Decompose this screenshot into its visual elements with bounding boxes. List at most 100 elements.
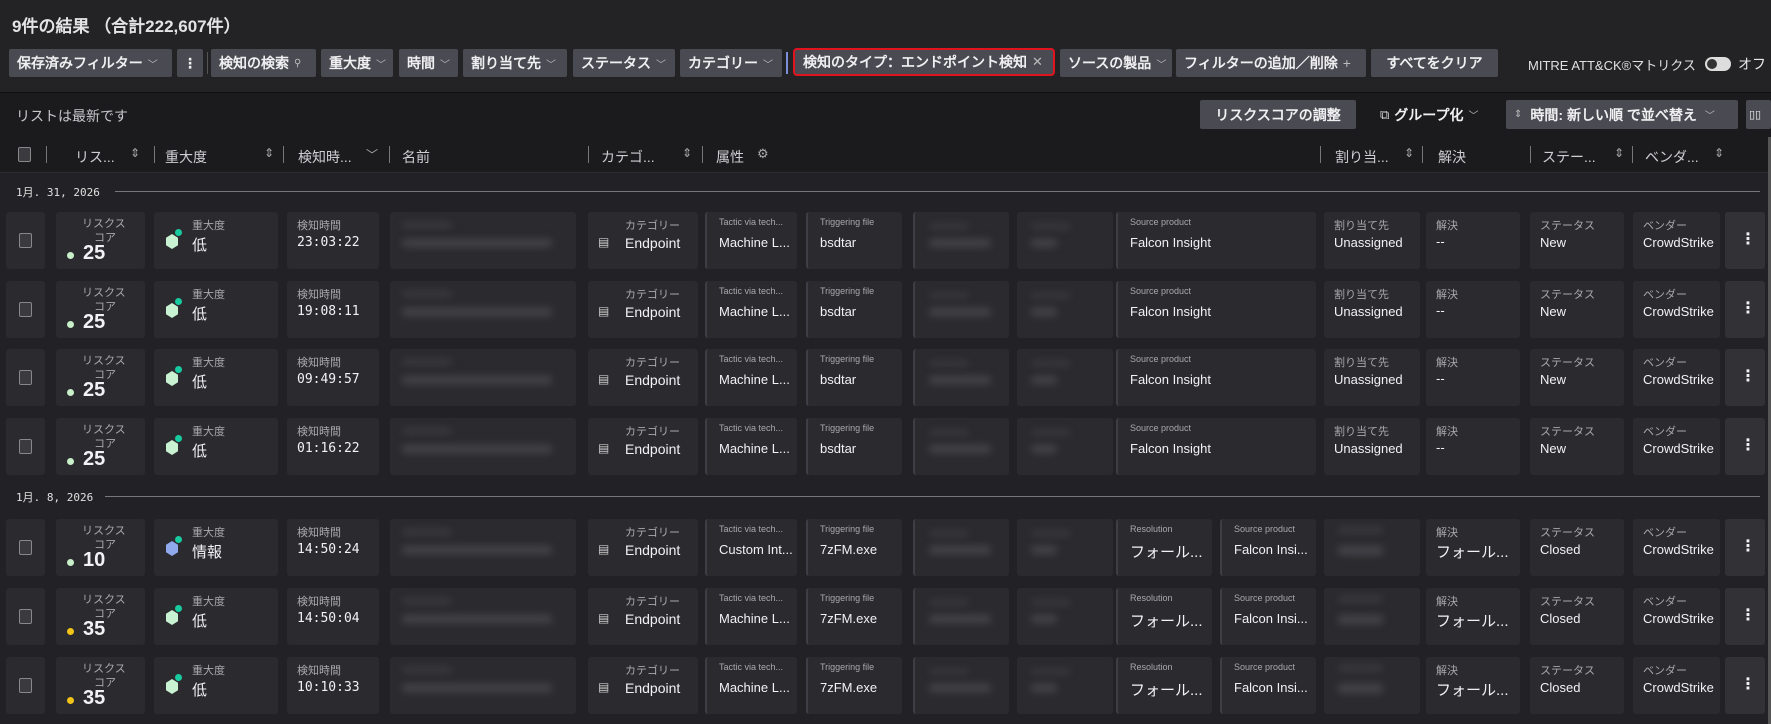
row-actions-button[interactable]: ⋮ bbox=[1725, 657, 1765, 714]
sort-dropdown[interactable]: ⇕ 時間: 新しい順 で並べ替え ﹀ bbox=[1506, 100, 1738, 129]
row-checkbox[interactable] bbox=[19, 302, 32, 317]
vendor-value: CrowdStrike bbox=[1643, 304, 1714, 319]
mitre-toggle[interactable] bbox=[1705, 57, 1731, 71]
column-name[interactable]: 名前 bbox=[402, 147, 430, 167]
column-time[interactable]: 検知時... bbox=[298, 147, 352, 167]
tactic-cell: Tactic via tech... Machine L... bbox=[705, 349, 797, 406]
add-remove-filter-button[interactable]: フィルターの追加／削除 + bbox=[1176, 49, 1366, 77]
row-checkbox[interactable] bbox=[19, 233, 32, 248]
severity-filter[interactable]: 重大度 ﹀ bbox=[321, 49, 393, 77]
row-checkbox[interactable] bbox=[19, 609, 32, 624]
kebab-icon: ⋮ bbox=[1740, 300, 1756, 317]
redacted-text bbox=[929, 430, 969, 435]
gear-icon[interactable]: ⚙ bbox=[757, 146, 769, 162]
severity-label: 重大度 bbox=[192, 596, 225, 608]
row-actions-button[interactable]: ⋮ bbox=[1725, 588, 1765, 645]
row-actions-button[interactable]: ⋮ bbox=[1725, 349, 1765, 406]
severity-dot-icon bbox=[175, 536, 182, 543]
category-filter[interactable]: カテゴリー ﹀ bbox=[680, 49, 782, 77]
time-cell: 検知時間 14:50:04 bbox=[287, 588, 379, 645]
source-product-value: Falcon Insight bbox=[1130, 441, 1211, 456]
row-actions-button[interactable]: ⋮ bbox=[1725, 519, 1765, 576]
sort-icon[interactable]: ⇕ bbox=[1714, 146, 1724, 160]
sort-icon[interactable]: ⇕ bbox=[130, 146, 140, 160]
chevron-down-icon: ﹀ bbox=[546, 59, 556, 71]
row-checkbox[interactable] bbox=[19, 678, 32, 693]
column-category[interactable]: カテゴ... bbox=[601, 147, 655, 167]
redacted-text bbox=[1031, 546, 1057, 554]
search-label: 検知の検索 bbox=[219, 55, 289, 71]
tactic-label: Tactic via tech... bbox=[719, 354, 784, 364]
active-filter-detection-type[interactable]: 検知のタイプ：エンドポイント検知 ✕ bbox=[793, 48, 1055, 76]
severity-label: 重大度 bbox=[192, 357, 225, 369]
risk-indicator-icon bbox=[67, 697, 74, 704]
vendor-label: ベンダー bbox=[1643, 596, 1687, 608]
time-cell: 検知時間 19:08:11 bbox=[287, 281, 379, 338]
row-actions-button[interactable]: ⋮ bbox=[1725, 281, 1765, 338]
redacted-text bbox=[929, 445, 991, 453]
risk-score-cell: リスクス コア 25 bbox=[56, 212, 145, 269]
list-status: リストは最新です bbox=[16, 108, 128, 124]
column-risk[interactable]: リス... bbox=[75, 147, 115, 167]
sort-icon[interactable]: ⇕ bbox=[264, 146, 274, 160]
adjust-risk-score-button[interactable]: リスクスコアの調整 bbox=[1200, 100, 1356, 129]
resolution-cell: 解決 フォール... bbox=[1426, 657, 1520, 714]
close-icon[interactable]: ✕ bbox=[1032, 54, 1043, 70]
vendor-label: ベンダー bbox=[1643, 665, 1687, 677]
severity-cell: 重大度低 bbox=[154, 657, 278, 714]
status-label: ステータス bbox=[1540, 665, 1595, 677]
resolution-value: -- bbox=[1436, 440, 1445, 455]
column-settings-button[interactable]: ▯▯ bbox=[1746, 100, 1771, 129]
resolution-cell: 解決 -- bbox=[1426, 418, 1520, 475]
status-value: Closed bbox=[1540, 611, 1581, 626]
status-filter[interactable]: ステータス ﹀ bbox=[573, 49, 675, 77]
tactic-value: Machine L... bbox=[719, 611, 790, 626]
source-product-cell: Source product Falcon Insi... bbox=[1220, 588, 1316, 645]
sort-icon[interactable]: ⇕ bbox=[682, 146, 692, 160]
category-label: カテゴリー bbox=[625, 220, 680, 232]
resolution-attr-value: フォール... bbox=[1130, 613, 1203, 630]
triggering-file-label: Triggering file bbox=[820, 286, 875, 296]
triggering-file-label: Triggering file bbox=[820, 354, 875, 364]
name-cell bbox=[390, 418, 576, 475]
sort-icon[interactable]: ⇕ bbox=[1614, 146, 1624, 160]
redacted-text bbox=[929, 239, 991, 247]
row-actions-button[interactable]: ⋮ bbox=[1725, 418, 1765, 475]
source-product-filter[interactable]: ソースの製品 ﹀ bbox=[1060, 49, 1172, 77]
sort-icon[interactable]: ⇕ bbox=[1404, 146, 1414, 160]
status-label: ステータス bbox=[1540, 426, 1595, 438]
risk-score-value: 35 bbox=[83, 618, 106, 640]
select-all-checkbox[interactable] bbox=[18, 147, 31, 162]
redacted-text bbox=[402, 376, 552, 384]
column-assignee[interactable]: 割り当... bbox=[1335, 147, 1389, 167]
status-value: New bbox=[1540, 441, 1567, 456]
column-status[interactable]: ステー... bbox=[1542, 147, 1596, 167]
row-checkbox[interactable] bbox=[19, 370, 32, 385]
assignee-filter[interactable]: 割り当て先 ﹀ bbox=[463, 49, 567, 77]
severity-label: 重大度 bbox=[192, 527, 225, 539]
row-checkbox[interactable] bbox=[19, 439, 32, 454]
group-by-button[interactable]: ⧉ グループ化 ﹀ bbox=[1372, 100, 1492, 129]
redacted-assignee-cell bbox=[1324, 657, 1420, 714]
assignee-value: Unassigned bbox=[1334, 372, 1403, 387]
column-severity[interactable]: 重大度 bbox=[165, 147, 207, 167]
column-vendor[interactable]: ベンダ... bbox=[1645, 147, 1699, 167]
time-filter[interactable]: 時間 ﹀ bbox=[399, 49, 458, 77]
chevron-down-icon[interactable]: ﹀ bbox=[366, 146, 378, 163]
filter-area: 9件の結果 （合計222,607件） 保存済みフィルター ﹀ ⋮ 検知の検索 ⚲ 重… bbox=[0, 0, 1771, 93]
redacted-text bbox=[1338, 596, 1383, 602]
vendor-value: CrowdStrike bbox=[1643, 680, 1714, 695]
column-attributes[interactable]: 属性 bbox=[716, 147, 744, 167]
row-checkbox[interactable] bbox=[19, 540, 32, 555]
column-resolution[interactable]: 解決 bbox=[1438, 147, 1466, 167]
search-detections-button[interactable]: 検知の検索 ⚲ bbox=[211, 49, 316, 77]
saved-filters-button[interactable]: 保存済みフィルター ﹀ bbox=[9, 49, 172, 77]
risk-score-cell: リスクス コア 25 bbox=[56, 349, 145, 406]
row-actions-button[interactable]: ⋮ bbox=[1725, 212, 1765, 269]
redacted-text bbox=[1338, 527, 1383, 533]
clear-all-button[interactable]: すべてをクリア bbox=[1371, 49, 1498, 77]
severity-dot-icon bbox=[175, 435, 182, 442]
redacted-text bbox=[1031, 669, 1071, 674]
more-options-button[interactable]: ⋮ bbox=[177, 49, 203, 77]
assignee-cell: 割り当て先 Unassigned bbox=[1324, 212, 1420, 269]
